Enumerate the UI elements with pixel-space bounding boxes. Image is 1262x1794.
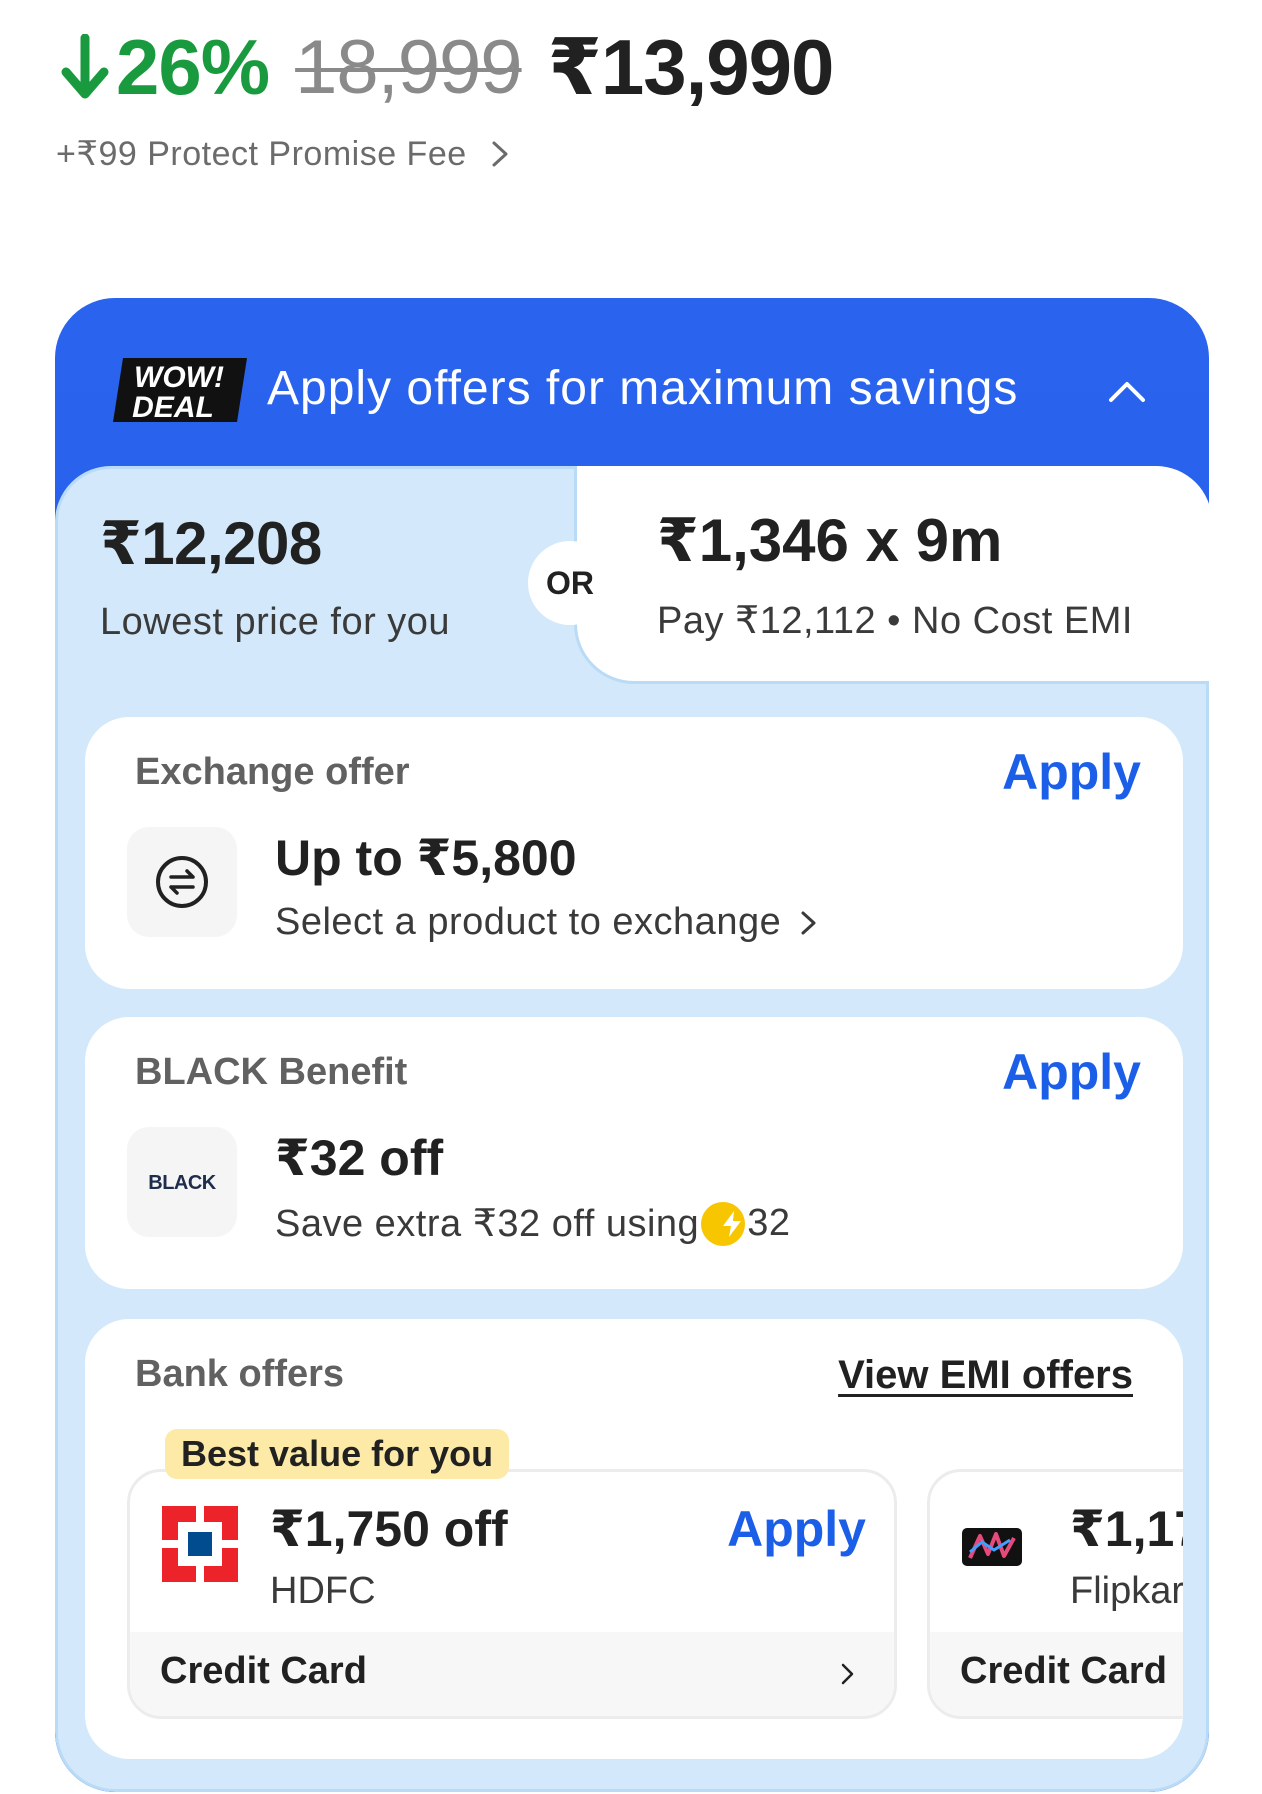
offers-panel: WOW! DEAL Apply offers for maximum savin… (55, 298, 1209, 1792)
protect-promise-fee-link[interactable]: +₹99 Protect Promise Fee (56, 134, 511, 174)
discount-percent: 26% (116, 22, 270, 111)
black-benefit-title: BLACK Benefit (135, 1051, 408, 1093)
exchange-subtitle: Select a product to exchange (275, 901, 782, 943)
discount-label: 26% (60, 22, 270, 113)
black-subtitle-text: Save extra ₹32 off using (275, 1203, 700, 1245)
emi-price: ₹1,346 x 9m (657, 507, 1003, 574)
black-logo-text: BLACK (148, 1172, 217, 1194)
bank-offer-card[interactable]: ₹1,750 off HDFC Apply Credit Card (127, 1469, 897, 1719)
card-type-row[interactable]: Credit Card (130, 1632, 894, 1716)
bank-name: Flipkar (1070, 1570, 1183, 1612)
fee-text: +₹99 Protect Promise Fee (56, 135, 467, 173)
wow-deal-logo: WOW! DEAL (113, 358, 247, 424)
black-apply-button[interactable]: Apply (1002, 1043, 1141, 1101)
bank-offer-amount: ₹1,750 off (270, 1501, 508, 1557)
coin-value: 32 (747, 1202, 791, 1244)
or-badge: OR (528, 541, 612, 625)
arrow-down-icon (61, 34, 109, 99)
offers-header-text: Apply offers for maximum savings (267, 362, 1019, 415)
chevron-right-icon (801, 911, 816, 934)
bank-offer-amount: ₹1,17 (1070, 1501, 1183, 1557)
black-logo-icon: BLACK (148, 1172, 217, 1194)
black-benefit-subtitle: Save extra ₹32 off using 32 (275, 1201, 790, 1246)
deal-text: DEAL (132, 391, 214, 424)
exchange-offer-title: Exchange offer (135, 751, 410, 793)
chevron-right-icon (492, 141, 508, 167)
card-type-label: Credit Card (160, 1650, 367, 1692)
price-row: 26% 18,999 ₹13,990 (60, 22, 835, 113)
lowest-price-label: Lowest price for you (100, 601, 451, 643)
emi-option-tab[interactable]: ₹1,346 x 9m Pay ₹12,112 • No Cost EMI (574, 466, 1209, 684)
supercoin-icon (701, 1201, 746, 1246)
bank-name: HDFC (270, 1570, 376, 1612)
view-emi-offers-link[interactable]: View EMI offers (838, 1353, 1133, 1398)
chevron-right-icon (841, 1663, 854, 1685)
mrp-price: 18,999 (295, 24, 522, 110)
bank-offer-card[interactable]: ₹1,17 Flipkar Credit Card (927, 1469, 1183, 1719)
black-benefit-amount: ₹32 off (275, 1130, 444, 1186)
chevron-up-icon[interactable] (1105, 376, 1149, 406)
exchange-icon-box (127, 827, 237, 937)
emi-label: Pay ₹12,112 • No Cost EMI (657, 600, 1133, 642)
wow-text: WOW! (134, 361, 224, 394)
sale-price: ₹13,990 (547, 22, 835, 111)
offers-panel-body: ₹12,208 Lowest price for you ₹1,346 x 9m… (55, 466, 1209, 1792)
card-type-label: Credit Card (960, 1650, 1167, 1692)
bank-offer-apply-button[interactable]: Apply (727, 1500, 866, 1558)
lowest-price: ₹12,208 (100, 510, 322, 577)
lowest-price-option[interactable]: ₹12,208 Lowest price for you (100, 509, 450, 644)
card-type-row[interactable]: Credit Card (930, 1632, 1183, 1716)
flipkart-card-icon (962, 1528, 1022, 1566)
exchange-offer-card: Exchange offer Apply Up to ₹5,800 Select… (85, 717, 1183, 989)
hdfc-logo-icon (160, 1504, 240, 1584)
exchange-arrows-icon (156, 856, 208, 908)
exchange-amount: Up to ₹5,800 (275, 830, 577, 886)
black-logo-box: BLACK (127, 1127, 237, 1237)
best-value-badge: Best value for you (165, 1429, 510, 1479)
bank-offers-title: Bank offers (135, 1353, 345, 1395)
exchange-select-link[interactable]: Select a product to exchange (275, 901, 819, 944)
exchange-apply-button[interactable]: Apply (1002, 743, 1141, 801)
bank-offers-card: Bank offers View EMI offers Best value f… (85, 1319, 1183, 1759)
black-benefit-card: BLACK Benefit Apply BLACK ₹32 off Save e… (85, 1017, 1183, 1289)
offers-panel-header[interactable]: WOW! DEAL Apply offers for maximum savin… (55, 298, 1209, 468)
